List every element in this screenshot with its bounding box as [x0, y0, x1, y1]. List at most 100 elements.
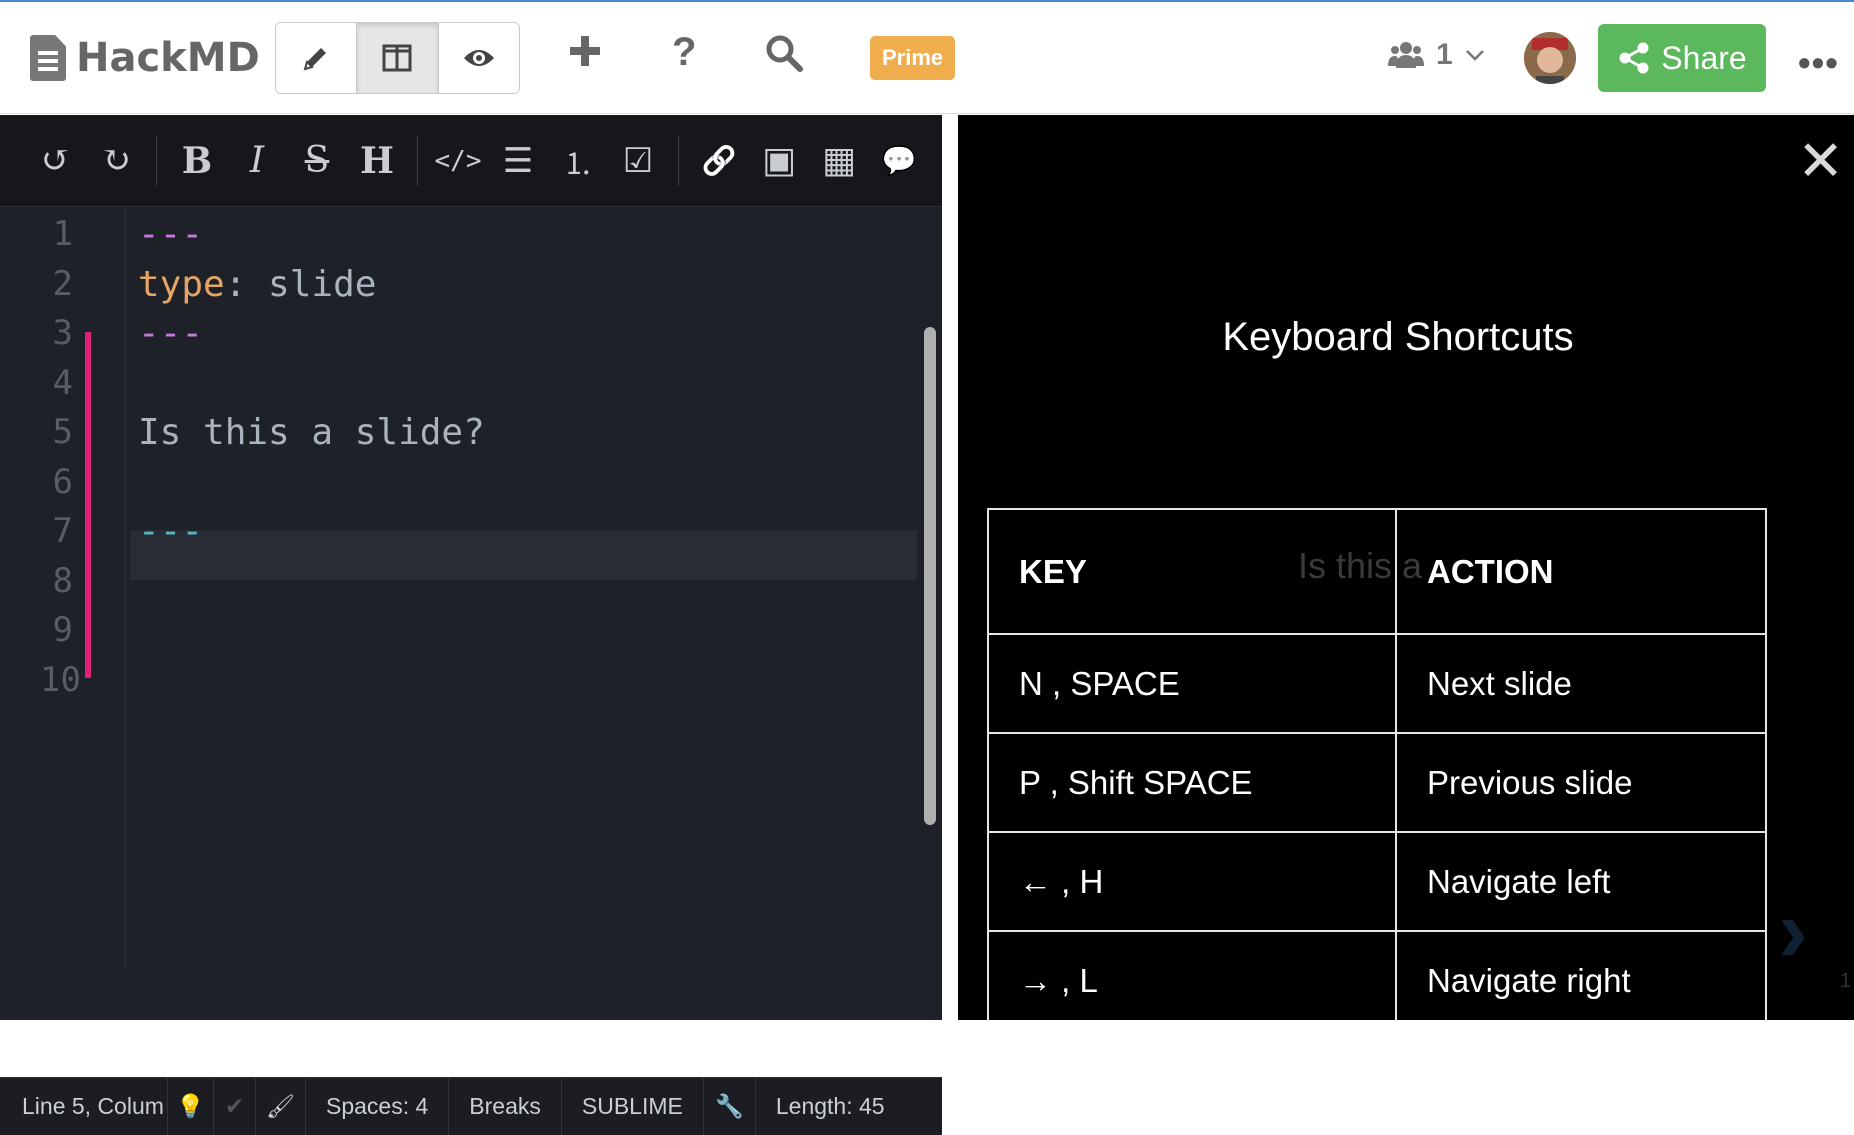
cursor-position: Line 5, Colum	[0, 1078, 168, 1135]
slide-preview-pane: ✕ Keyboard Shortcuts Is this a KEY ACTIO…	[958, 115, 1854, 1020]
shortcut-action: Navigate left	[1395, 831, 1767, 932]
line-number: 7	[52, 511, 73, 551]
question-icon[interactable]: ?	[672, 32, 696, 72]
line-number: 8	[52, 560, 73, 601]
bold-icon[interactable]: B	[167, 131, 227, 191]
code-line: ---	[138, 511, 203, 552]
online-count: 1	[1436, 38, 1453, 71]
keymap-setting[interactable]: SUBLIME	[562, 1078, 704, 1135]
line-number: 3	[52, 313, 73, 353]
editor-toolbar: ↺ ↻ B I S H </> ☰ ⒈ ☑ 🔗 ▣ ▦ 💬	[0, 115, 942, 207]
code-line: ---	[138, 313, 203, 354]
chevron-down-icon	[1465, 50, 1484, 61]
code-token: ---	[138, 313, 204, 354]
lightbulb-icon[interactable]: 💡	[168, 1078, 214, 1135]
code-line: type: slide	[138, 264, 376, 305]
undo-icon[interactable]: ↺	[26, 131, 86, 191]
shortcut-key: ← , H	[987, 831, 1397, 932]
share-label: Share	[1661, 39, 1747, 76]
shortcut-action: Previous slide	[1395, 732, 1767, 833]
toolbar-divider	[156, 135, 157, 186]
split-mode-button[interactable]	[357, 23, 439, 93]
edit-mode-button[interactable]	[276, 23, 358, 93]
vertical-scrollbar[interactable]	[924, 327, 936, 825]
line-number: 2	[52, 263, 73, 304]
line-number: 6	[52, 461, 73, 502]
view-mode-group	[275, 22, 520, 94]
markdown-editor: ↺ ↻ B I S H </> ☰ ⒈ ☑ 🔗 ▣ ▦ 💬 1234567891…	[0, 115, 942, 1135]
indent-setting[interactable]: Spaces: 4	[306, 1078, 450, 1135]
line-number: 10	[40, 659, 81, 700]
code-token: ---	[138, 214, 204, 255]
prime-badge[interactable]: Prime	[870, 36, 956, 80]
line-number: 1	[52, 214, 73, 254]
new-note-button[interactable]	[568, 34, 602, 73]
plus-icon	[570, 36, 600, 66]
shortcuts-table: KEY ACTION N , SPACE Next slide P , Shift…	[987, 508, 1767, 1020]
search-button[interactable]	[765, 34, 803, 77]
online-users-dropdown[interactable]: 1	[1388, 38, 1485, 72]
pencil-icon	[303, 48, 327, 71]
code-token: ---	[138, 511, 204, 552]
document-length: Length: 45	[775, 1093, 885, 1119]
slide-number: 1	[1840, 970, 1852, 992]
ellipsis-icon[interactable]: •••	[1798, 42, 1839, 84]
heading-icon[interactable]: H	[347, 131, 407, 191]
table-row: N , SPACE Next slide	[987, 633, 1767, 734]
eye-icon	[463, 50, 494, 66]
shortcut-key: → , L	[987, 930, 1397, 1020]
code-token: : slide	[224, 263, 377, 305]
next-slide-arrow-icon[interactable]: ›	[1778, 880, 1808, 983]
shortcut-key: P , Shift SPACE	[987, 732, 1397, 833]
brush-icon[interactable]: 🖌	[256, 1078, 306, 1135]
table-row: ← , H Navigate left	[987, 831, 1767, 932]
table-row: → , L Navigate right	[987, 930, 1767, 1020]
code-token: Is this a slide?	[138, 412, 485, 453]
comment-icon[interactable]: 💬	[869, 131, 929, 191]
code-line: Is this a slide?	[138, 412, 485, 453]
line-number: 9	[52, 610, 73, 650]
active-line-highlight	[130, 530, 917, 580]
unordered-list-icon[interactable]: ☰	[488, 131, 548, 191]
line-breaks-setting[interactable]: Breaks	[449, 1078, 562, 1135]
wrench-icon[interactable]: 🔧	[704, 1078, 756, 1135]
pane-divider[interactable]	[942, 115, 958, 1020]
checkbox-icon[interactable]: ☑	[608, 131, 668, 191]
changed-lines-marker	[85, 332, 91, 678]
strikethrough-icon[interactable]: S	[287, 131, 347, 191]
key-column-header: KEY	[987, 508, 1397, 635]
shortcut-key: N , SPACE	[987, 633, 1397, 734]
shortcuts-title: Keyboard Shortcuts	[1222, 315, 1574, 359]
link-icon[interactable]: 🔗	[689, 131, 749, 191]
close-icon[interactable]: ✕	[1797, 133, 1844, 189]
line-number-gutter: 1 2 3 4 5 6 7 8 9 10	[0, 208, 126, 970]
italic-icon[interactable]: I	[227, 131, 287, 191]
line-number: 4	[52, 362, 73, 403]
toolbar-divider	[417, 135, 418, 186]
code-area[interactable]: --- type: slide --- Is this a slide? ---	[126, 208, 921, 970]
code-icon[interactable]: </>	[428, 131, 488, 191]
view-mode-button[interactable]	[438, 23, 519, 93]
share-icon	[1619, 42, 1649, 74]
share-button[interactable]: Share	[1598, 24, 1766, 92]
columns-icon	[382, 44, 412, 72]
code-line: ---	[138, 214, 203, 255]
redo-icon[interactable]: ↻	[86, 131, 146, 191]
brand-name: HackMD	[76, 35, 260, 81]
code-token: type	[138, 263, 225, 305]
check-icon[interactable]: ✔	[214, 1078, 256, 1135]
toolbar-divider	[678, 135, 679, 186]
shortcut-action: Navigate right	[1395, 930, 1767, 1020]
image-icon[interactable]: ▣	[749, 131, 809, 191]
table-icon[interactable]: ▦	[809, 131, 869, 191]
avatar[interactable]	[1524, 32, 1576, 84]
line-number: 5	[52, 412, 73, 452]
table-row: P , Shift SPACE Previous slide	[987, 732, 1767, 833]
shortcut-action: Next slide	[1395, 633, 1767, 734]
action-column-header: ACTION	[1395, 508, 1767, 635]
search-icon	[766, 35, 803, 72]
status-bar: Line 5, Colum 💡 ✔ 🖌 Spaces: 4 Breaks SUB…	[0, 1077, 942, 1135]
ordered-list-icon[interactable]: ⒈	[548, 131, 608, 191]
top-navbar: HackMD ? Prime 1 Share •••	[0, 0, 1854, 114]
brand-logo[interactable]: HackMD	[30, 32, 260, 84]
